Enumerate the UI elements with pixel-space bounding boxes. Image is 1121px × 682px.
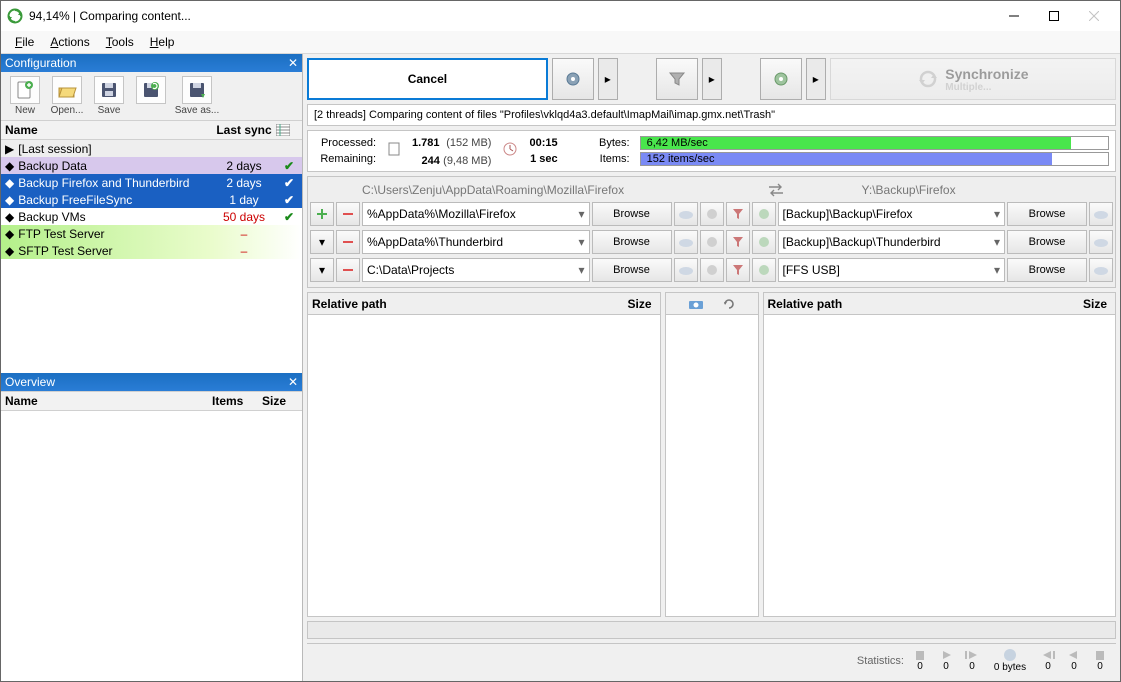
browse-right-button[interactable]: Browse	[1007, 258, 1087, 282]
center-grid[interactable]	[665, 292, 759, 617]
browse-right-button[interactable]: Browse	[1007, 202, 1087, 226]
stat-bytes: 0 bytes	[988, 648, 1032, 673]
stat-delete-left: 0	[910, 649, 930, 672]
bytes-bar: 6,42 MB/sec	[640, 136, 1109, 150]
left-grid[interactable]: Relative pathSize	[307, 292, 661, 617]
overview-body	[1, 411, 302, 681]
left-path-input[interactable]: C:\Data\Projects▾	[362, 258, 590, 282]
new-button[interactable]: New	[5, 76, 45, 116]
sync-settings-dropdown[interactable]: ▸	[806, 58, 826, 100]
savebatch-button[interactable]	[131, 76, 171, 116]
config-row-backup-firefox[interactable]: ◆ Backup Firefox and Thunderbird2 days✔	[1, 174, 302, 191]
left-path-input[interactable]: %AppData%\Thunderbird▾	[362, 230, 590, 254]
refresh-icon[interactable]	[722, 297, 736, 311]
open-button[interactable]: Open...	[47, 76, 87, 116]
config-toolbar: New Open... Save Save as...	[1, 72, 302, 120]
columns-icon[interactable]	[276, 124, 302, 136]
saveas-button[interactable]: Save as...	[173, 76, 221, 116]
right-path-input[interactable]: [Backup]\Backup\Thunderbird▾	[778, 230, 1006, 254]
action-toolbar: Cancel ▸ ▸ ▸ SynchronizeMultiple...	[307, 58, 1116, 100]
save-button[interactable]: Save	[89, 76, 129, 116]
stat-delete-right: 0	[1090, 649, 1110, 672]
swap-icon[interactable]	[767, 183, 785, 197]
config-row-sftp[interactable]: ◆ SFTP Test Server–	[1, 242, 302, 259]
overview-header: Overview ✕	[1, 373, 302, 391]
h-scrollbar[interactable]	[307, 621, 1116, 639]
synchronize-button: SynchronizeMultiple...	[830, 58, 1116, 100]
filter-button[interactable]	[656, 58, 698, 100]
status-text: [2 threads] Comparing content of files "…	[314, 109, 1109, 121]
config-row-last-session[interactable]: ▶ [Last session]	[1, 140, 302, 157]
left-path-input[interactable]: %AppData%\Mozilla\Firefox▾	[362, 202, 590, 226]
camera-icon[interactable]	[688, 298, 704, 310]
browse-left-button[interactable]: Browse	[592, 202, 672, 226]
stat-create-left: 0	[962, 649, 982, 672]
config-row-backup-data[interactable]: ◆ Backup Data2 days✔	[1, 157, 302, 174]
cloud-icon[interactable]	[1089, 202, 1113, 226]
remove-pair-button[interactable]	[336, 230, 360, 254]
menu-help[interactable]: Help	[142, 33, 183, 51]
window-title: 94,14% | Comparing content...	[29, 9, 994, 23]
right-grid[interactable]: Relative pathSize	[763, 292, 1117, 617]
right-path-input[interactable]: [Backup]\Backup\Firefox▾	[778, 202, 1006, 226]
right-path-input[interactable]: [FFS USB]▾	[778, 258, 1006, 282]
config-columns: Name Last sync	[1, 120, 302, 140]
cloud-icon[interactable]	[674, 202, 698, 226]
cancel-button[interactable]: Cancel	[307, 58, 548, 100]
stats-bar: Statistics: 0 0 0 0 bytes 0 0 0	[307, 643, 1116, 677]
close-button[interactable]	[1074, 2, 1114, 30]
left-panel: Configuration ✕ New Open... Save	[1, 54, 303, 681]
config-row-ftp[interactable]: ◆ FTP Test Server–	[1, 225, 302, 242]
config-header: Configuration ✕	[1, 54, 302, 72]
app-icon	[7, 8, 23, 24]
titlebar: 94,14% | Comparing content...	[1, 1, 1120, 31]
minimize-button[interactable]	[994, 2, 1034, 30]
menu-tools[interactable]: Tools	[98, 33, 142, 51]
pair-filter-icon[interactable]	[726, 202, 750, 226]
config-row-backup-ffs[interactable]: ◆ Backup FreeFileSync1 day✔	[1, 191, 302, 208]
menu-actions[interactable]: Actions	[42, 33, 97, 51]
progress-box: Processed: Remaining: 1.781 (152 MB) 244…	[307, 130, 1116, 172]
file-icon	[388, 142, 400, 156]
config-close-icon[interactable]: ✕	[288, 56, 298, 70]
compare-dropdown[interactable]: ▸	[598, 58, 618, 100]
pair-row: ▾ C:\Data\Projects▾ Browse [FFS USB]▾ Br…	[310, 257, 1113, 283]
pair-row: ▾ %AppData%\Thunderbird▾ Browse [Backup]…	[310, 229, 1113, 255]
pair-compare-icon[interactable]	[700, 202, 724, 226]
overview-columns: Name Items Size	[1, 391, 302, 411]
compare-settings-button[interactable]	[552, 58, 594, 100]
right-panel: Cancel ▸ ▸ ▸ SynchronizeMultiple... [2 t…	[303, 54, 1120, 681]
comparison-grids: Relative pathSize Relative pathSize	[307, 292, 1116, 617]
chevron-down-icon[interactable]: ▾	[310, 230, 334, 254]
sync-settings-button[interactable]	[760, 58, 802, 100]
clock-icon	[503, 142, 517, 156]
pair-row: %AppData%\Mozilla\Firefox▾ Browse [Backu…	[310, 201, 1113, 227]
menubar: File Actions Tools Help	[1, 31, 1120, 54]
add-pair-button[interactable]	[310, 202, 334, 226]
stat-update-right: 0	[1064, 649, 1084, 672]
pair-sync-icon[interactable]	[752, 202, 776, 226]
chevron-down-icon[interactable]: ▾	[310, 258, 334, 282]
remove-pair-button[interactable]	[336, 202, 360, 226]
browse-left-button[interactable]: Browse	[592, 258, 672, 282]
overview-close-icon[interactable]: ✕	[288, 375, 298, 389]
remove-pair-button[interactable]	[336, 258, 360, 282]
status-box: [2 threads] Comparing content of files "…	[307, 104, 1116, 126]
cloud-icon[interactable]	[674, 230, 698, 254]
stat-update-left: 0	[936, 649, 956, 672]
menu-file[interactable]: File	[7, 33, 42, 51]
maximize-button[interactable]	[1034, 2, 1074, 30]
items-bar: 152 items/sec	[640, 152, 1109, 166]
folder-pairs: C:\Users\Zenju\AppData\Roaming\Mozilla\F…	[307, 176, 1116, 288]
browse-left-button[interactable]: Browse	[592, 230, 672, 254]
stat-create-right: 0	[1038, 649, 1058, 672]
browse-right-button[interactable]: Browse	[1007, 230, 1087, 254]
config-row-backup-vms[interactable]: ◆ Backup VMs50 days✔	[1, 208, 302, 225]
filter-dropdown[interactable]: ▸	[702, 58, 722, 100]
